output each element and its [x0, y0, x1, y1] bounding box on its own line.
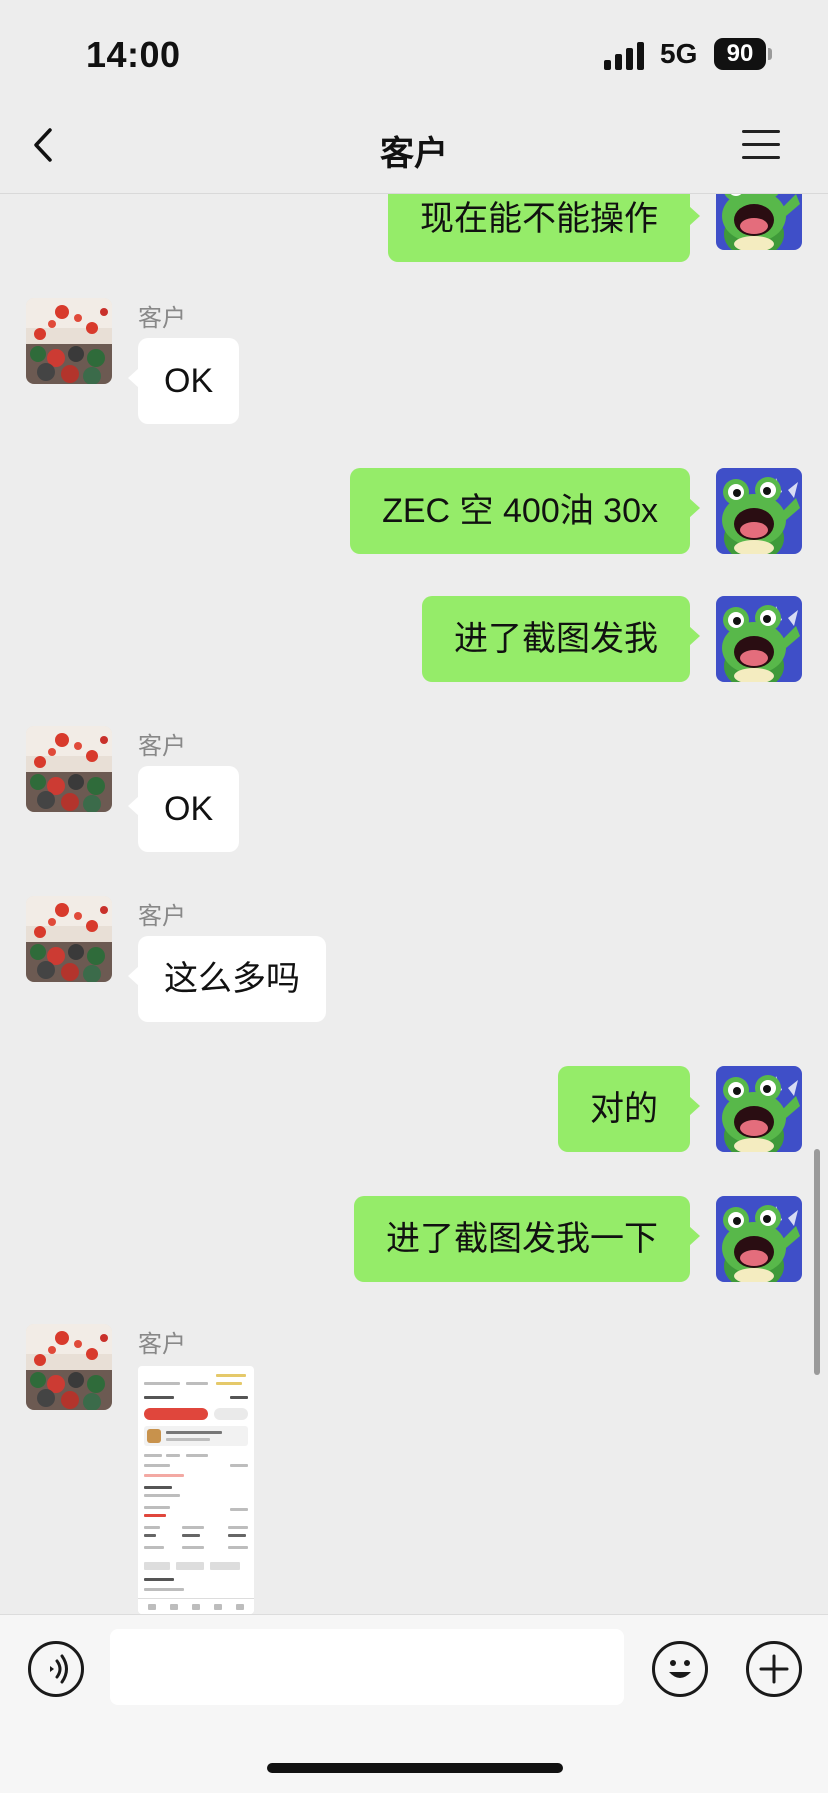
my-avatar-frog[interactable] [716, 468, 802, 554]
plus-icon[interactable] [746, 1641, 802, 1697]
signal-icon [604, 40, 648, 70]
input-bar [0, 1614, 828, 1793]
message-bubble-incoming[interactable]: 这么多吗 [128, 936, 326, 1022]
contact-avatar[interactable] [26, 726, 112, 812]
page-title: 客户 [380, 135, 448, 173]
contact-avatar[interactable] [26, 298, 112, 384]
contact-avatar[interactable] [26, 1324, 112, 1410]
my-avatar-frog[interactable] [716, 596, 802, 682]
my-avatar-frog[interactable] [716, 194, 802, 250]
battery-tip [768, 48, 772, 60]
more-menu-icon[interactable] [742, 128, 780, 162]
status-bar: 14:00 5G 90 [0, 0, 828, 100]
chat-area[interactable]: 现在能不能操作 客户 OK ZEC 空 400油 30x 进了截图发我 客户 O… [0, 194, 828, 1614]
my-avatar-frog[interactable] [716, 1066, 802, 1152]
home-indicator [267, 1763, 563, 1773]
sender-name: 客户 [138, 733, 186, 760]
message-bubble-outgoing[interactable]: 进了截图发我一下 [354, 1196, 700, 1282]
message-input[interactable] [110, 1629, 624, 1705]
sender-name: 客户 [138, 1331, 186, 1358]
nav-bar: 客户 [0, 100, 828, 194]
my-avatar-frog[interactable] [716, 1196, 802, 1282]
sender-name: 客户 [138, 305, 186, 332]
battery-icon: 90 [714, 38, 766, 70]
emoji-icon[interactable] [652, 1641, 708, 1697]
contact-avatar[interactable] [26, 896, 112, 982]
message-bubble-outgoing[interactable]: ZEC 空 400油 30x [350, 468, 700, 554]
message-bubble-incoming[interactable]: OK [127, 338, 240, 424]
message-bubble-outgoing[interactable]: 对的 [558, 1066, 700, 1152]
network-type: 5G [660, 38, 698, 69]
status-time: 14:00 [86, 34, 181, 75]
voice-icon[interactable] [28, 1641, 84, 1697]
scroll-indicator[interactable] [814, 1149, 820, 1375]
message-bubble-outgoing[interactable]: 进了截图发我 [422, 596, 700, 682]
message-bubble-outgoing[interactable]: 现在能不能操作 [388, 194, 700, 262]
sender-name: 客户 [138, 903, 186, 930]
image-message-thumbnail[interactable] [138, 1366, 254, 1614]
message-bubble-incoming[interactable]: OK [127, 766, 240, 852]
